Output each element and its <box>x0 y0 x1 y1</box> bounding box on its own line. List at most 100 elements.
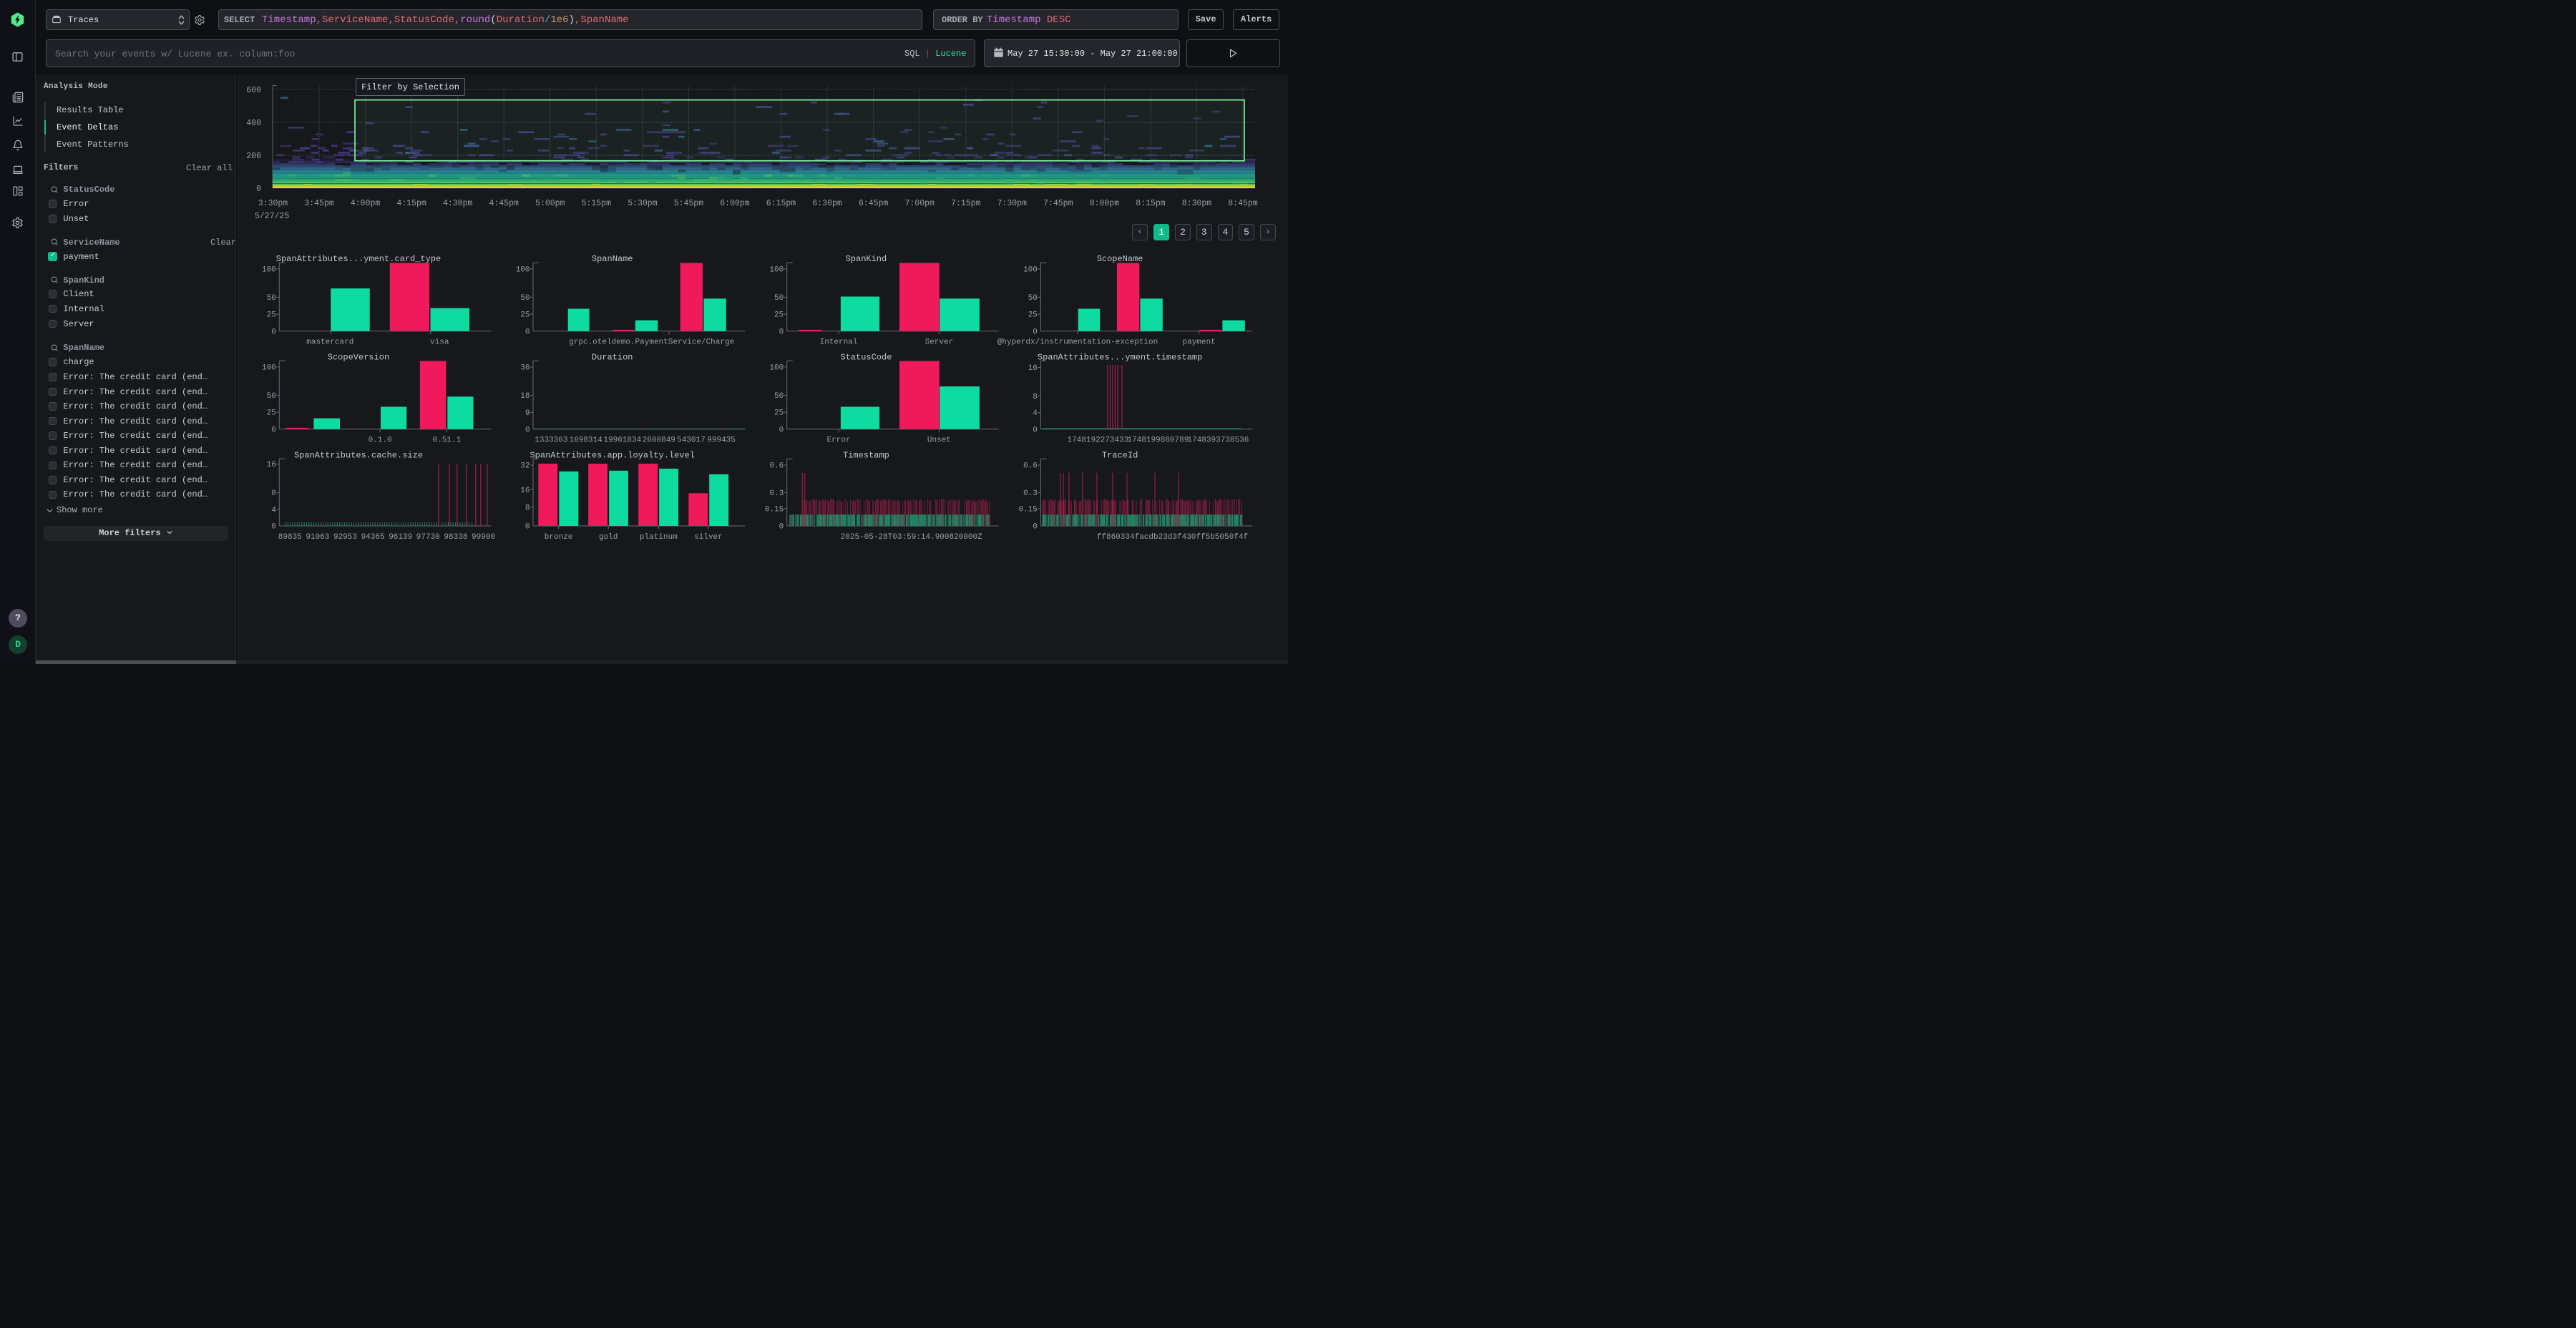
svg-text:ScopeVersion: ScopeVersion <box>328 353 389 363</box>
svg-text:6:45pm: 6:45pm <box>859 199 889 208</box>
svg-text:Internal: Internal <box>820 338 858 347</box>
svg-text:600: 600 <box>246 86 261 95</box>
svg-text:18: 18 <box>520 392 530 401</box>
svg-text:8:15pm: 8:15pm <box>1136 199 1166 208</box>
svg-text:gold: gold <box>599 533 618 542</box>
svg-text:SpanAttributes...yment.timesta: SpanAttributes...yment.timestamp <box>1038 353 1202 363</box>
svg-text:8: 8 <box>1033 393 1038 401</box>
svg-text:100: 100 <box>769 265 784 274</box>
svg-text:8:45pm: 8:45pm <box>1228 199 1258 208</box>
svg-text:36: 36 <box>520 364 530 373</box>
svg-text:0: 0 <box>271 523 276 532</box>
svg-text:999435: 999435 <box>707 436 736 445</box>
svg-text:25: 25 <box>774 409 784 418</box>
svg-text:4:15pm: 4:15pm <box>396 199 426 208</box>
svg-text:SpanKind: SpanKind <box>846 254 887 264</box>
svg-text:100: 100 <box>262 363 276 372</box>
svg-text:0: 0 <box>1033 328 1038 336</box>
svg-text:200: 200 <box>246 152 261 161</box>
svg-text:SpanAttributes.app.loyalty.lev: SpanAttributes.app.loyalty.level <box>530 451 694 461</box>
svg-text:100: 100 <box>262 265 276 274</box>
svg-text:25: 25 <box>520 311 530 320</box>
svg-text:543017: 543017 <box>677 436 706 445</box>
svg-text:1333363: 1333363 <box>535 436 567 445</box>
svg-text:8:30pm: 8:30pm <box>1182 199 1212 208</box>
svg-text:8: 8 <box>525 504 530 512</box>
svg-text:89835: 89835 <box>278 533 302 542</box>
svg-text:0.1.0: 0.1.0 <box>369 436 392 445</box>
svg-text:0: 0 <box>779 426 784 434</box>
svg-text:0.6: 0.6 <box>1023 462 1038 471</box>
svg-text:2025-05-28T03:59:14.900820000Z: 2025-05-28T03:59:14.900820000Z <box>841 533 982 542</box>
svg-text:100: 100 <box>516 265 530 274</box>
svg-text:97730: 97730 <box>416 533 440 542</box>
svg-text:4:00pm: 4:00pm <box>351 199 381 208</box>
svg-text:5/27/25: 5/27/25 <box>255 212 289 221</box>
svg-text:0: 0 <box>1033 523 1038 532</box>
svg-text:92953: 92953 <box>333 533 357 542</box>
svg-text:0: 0 <box>525 426 530 434</box>
svg-text:0: 0 <box>1033 426 1038 434</box>
svg-text:5:30pm: 5:30pm <box>628 199 658 208</box>
svg-text:platinum: platinum <box>640 533 678 542</box>
svg-text:400: 400 <box>246 119 261 128</box>
svg-text:8:00pm: 8:00pm <box>1090 199 1120 208</box>
svg-text:6:30pm: 6:30pm <box>812 199 842 208</box>
svg-text:5:15pm: 5:15pm <box>582 199 612 208</box>
svg-text:@hyperdx/instrumentation-excep: @hyperdx/instrumentation-exception <box>997 338 1158 347</box>
svg-text:mastercard: mastercard <box>306 338 353 347</box>
svg-text:Server: Server <box>925 338 954 347</box>
svg-text:99900: 99900 <box>472 533 495 542</box>
svg-text:Duration: Duration <box>592 353 633 363</box>
svg-text:50: 50 <box>774 392 784 401</box>
svg-text:5:00pm: 5:00pm <box>535 199 565 208</box>
svg-text:0: 0 <box>256 185 261 194</box>
svg-text:Error: Error <box>826 436 850 445</box>
svg-text:50: 50 <box>267 294 276 303</box>
svg-text:3:30pm: 3:30pm <box>258 199 288 208</box>
svg-text:32: 32 <box>520 462 530 471</box>
svg-text:0: 0 <box>525 523 530 532</box>
svg-text:0.51.1: 0.51.1 <box>433 436 462 445</box>
svg-text:50: 50 <box>267 392 276 401</box>
svg-text:2600849: 2600849 <box>643 436 675 445</box>
svg-text:6:00pm: 6:00pm <box>720 199 750 208</box>
svg-text:19961834: 19961834 <box>603 436 641 445</box>
svg-text:0: 0 <box>271 328 276 336</box>
svg-text:ff860334facdb23d3f430ff5b5050f: ff860334facdb23d3f430ff5b5050f4f <box>1097 533 1248 542</box>
svg-text:silver: silver <box>694 533 723 542</box>
svg-text:SpanName: SpanName <box>592 254 633 264</box>
svg-text:25: 25 <box>774 311 784 320</box>
svg-text:0.3: 0.3 <box>769 489 784 498</box>
svg-text:4:45pm: 4:45pm <box>489 199 519 208</box>
svg-text:50: 50 <box>1028 294 1038 303</box>
svg-text:1698314: 1698314 <box>569 436 602 445</box>
svg-text:16: 16 <box>267 461 276 469</box>
svg-text:98338: 98338 <box>444 533 467 542</box>
svg-text:7:30pm: 7:30pm <box>997 199 1028 208</box>
svg-text:25: 25 <box>1028 311 1038 320</box>
svg-text:50: 50 <box>520 294 530 303</box>
svg-text:7:00pm: 7:00pm <box>904 199 935 208</box>
svg-text:TraceId: TraceId <box>1102 451 1138 461</box>
svg-text:0.6: 0.6 <box>769 462 784 471</box>
svg-text:4: 4 <box>271 506 276 514</box>
svg-text:ScopeName: ScopeName <box>1097 254 1143 264</box>
svg-text:SpanAttributes...yment.card_ty: SpanAttributes...yment.card_type <box>276 254 441 264</box>
svg-text:SpanAttributes.cache.size: SpanAttributes.cache.size <box>294 451 423 461</box>
svg-text:6:15pm: 6:15pm <box>766 199 796 208</box>
svg-text:Unset: Unset <box>927 436 951 445</box>
svg-text:91063: 91063 <box>306 533 329 542</box>
svg-text:16: 16 <box>1028 364 1038 373</box>
svg-text:7:15pm: 7:15pm <box>951 199 981 208</box>
svg-text:bronze: bronze <box>545 533 573 542</box>
svg-text:payment: payment <box>1182 338 1215 347</box>
svg-text:9: 9 <box>525 409 530 418</box>
svg-text:25: 25 <box>267 311 276 320</box>
svg-text:4: 4 <box>1033 409 1038 418</box>
svg-text:1748393738536: 1748393738536 <box>1187 436 1249 445</box>
svg-text:1748199880789: 1748199880789 <box>1127 436 1189 445</box>
svg-text:0.15: 0.15 <box>765 505 784 514</box>
svg-text:visa: visa <box>430 338 449 347</box>
svg-text:16: 16 <box>520 487 530 495</box>
